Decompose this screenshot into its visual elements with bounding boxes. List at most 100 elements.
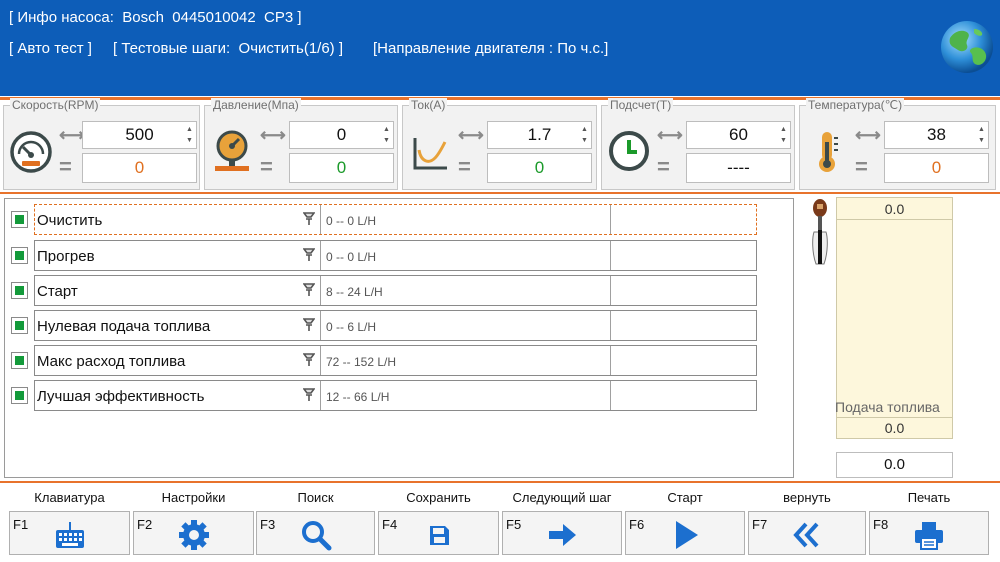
column-divider bbox=[610, 276, 611, 305]
f3-button-face[interactable]: F3 bbox=[256, 511, 375, 555]
pressure-gauge-panel: Давление(Mпa) ⟷ 0 ▲ ▼ = 0 bbox=[204, 98, 398, 190]
f2-button-face[interactable]: F2 bbox=[133, 511, 254, 555]
test-checkbox[interactable] bbox=[11, 282, 28, 299]
test-steps-list: Очистить 0 -- 0 L/H Прогрев 0 -- 0 L/H С… bbox=[4, 198, 794, 478]
nozzle-spray-icon bbox=[812, 199, 828, 265]
test-row-cell[interactable]: Нулевая подача топлива 0 -- 6 L/H bbox=[34, 310, 757, 341]
column-divider bbox=[320, 311, 321, 340]
test-row[interactable]: Старт 8 -- 24 L/H bbox=[5, 275, 765, 306]
pressure-set-spinner[interactable]: ▲ ▼ bbox=[382, 124, 391, 146]
injector-icon bbox=[303, 212, 315, 225]
double-chevron-left-icon bbox=[793, 522, 819, 548]
test-checkbox[interactable] bbox=[11, 352, 28, 369]
test-range: 8 -- 24 L/H bbox=[326, 285, 383, 299]
test-row-cell[interactable]: Лучшая эффективность 12 -- 66 L/H bbox=[34, 380, 757, 411]
f6-start-button[interactable]: Старт F6 bbox=[625, 485, 745, 562]
counter-actual-value: ---- bbox=[686, 153, 791, 183]
f7-return-button[interactable]: вернуть F7 bbox=[748, 485, 866, 562]
gear-icon bbox=[178, 520, 209, 550]
f5-label: Следующий шаг bbox=[512, 490, 612, 505]
f1-label: Клавиатура bbox=[34, 490, 105, 505]
current-set-spinner[interactable]: ▲ ▼ bbox=[580, 124, 589, 146]
test-range: 0 -- 0 L/H bbox=[326, 214, 377, 228]
test-row-cell[interactable]: Макс расход топлива 72 -- 152 L/H bbox=[34, 345, 757, 376]
counter-set-spinner[interactable]: ▲ ▼ bbox=[779, 124, 788, 146]
f3-search-button[interactable]: Поиск F3 bbox=[256, 485, 375, 562]
test-checkbox[interactable] bbox=[11, 387, 28, 404]
f1-keyboard-button[interactable]: Клавиатура F1 bbox=[9, 485, 130, 562]
injector-icon bbox=[303, 283, 315, 296]
f4-save-button[interactable]: Сохранить F4 bbox=[378, 485, 499, 562]
current-set-input[interactable]: 1.7 ▲ ▼ bbox=[487, 121, 592, 149]
f7-key: F7 bbox=[752, 517, 768, 532]
f8-print-button[interactable]: Печать F8 bbox=[869, 485, 989, 562]
speed-set-value: 500 bbox=[125, 125, 154, 144]
engine-direction-label: [Направление двигателя : По ч.с.] bbox=[373, 40, 609, 57]
f8-button-face[interactable]: F8 bbox=[869, 511, 989, 555]
counter-set-value: 60 bbox=[729, 125, 748, 144]
test-bench-window: [ Инфо насоса: Bosch 0445010042 CP3 ] [ … bbox=[0, 0, 1000, 562]
test-range: 12 -- 66 L/H bbox=[326, 390, 390, 404]
f4-button-face[interactable]: F4 bbox=[378, 511, 499, 555]
test-row[interactable]: Очистить 0 -- 0 L/H bbox=[5, 204, 765, 235]
save-icon bbox=[429, 526, 449, 545]
injector-icon bbox=[303, 353, 315, 366]
test-name: Старт bbox=[37, 283, 78, 300]
f1-key: F1 bbox=[13, 517, 29, 532]
current-actual-value: 0 bbox=[487, 153, 592, 183]
f7-label: вернуть bbox=[783, 490, 831, 505]
flow-value-display: 0.0 bbox=[836, 452, 953, 478]
test-checkbox[interactable] bbox=[11, 317, 28, 334]
equals-icon: = bbox=[260, 154, 273, 179]
speed-gauge-panel: Скорость(RPM) ⟷ 500 ▲ ▼ = 0 bbox=[3, 98, 200, 190]
test-checkbox[interactable] bbox=[11, 247, 28, 264]
play-icon bbox=[676, 521, 698, 549]
set-arrow-icon: ⟷ bbox=[458, 125, 484, 145]
f3-label: Поиск bbox=[297, 490, 334, 505]
temperature-gauge-panel: Температура(℃) ⟷ 38 ▲ ▼ = 0 bbox=[799, 98, 996, 190]
f2-key: F2 bbox=[137, 517, 153, 532]
keyboard-icon bbox=[55, 522, 84, 548]
test-checkbox[interactable] bbox=[11, 211, 28, 228]
f6-button-face[interactable]: F6 bbox=[625, 511, 745, 555]
column-divider bbox=[610, 381, 611, 410]
flow-label: Подача топлива bbox=[835, 399, 940, 415]
equals-icon: = bbox=[458, 154, 471, 179]
search-icon bbox=[301, 521, 331, 551]
test-row[interactable]: Нулевая подача топлива 0 -- 6 L/H bbox=[5, 310, 765, 341]
test-range: 0 -- 0 L/H bbox=[326, 250, 377, 264]
test-row-cell[interactable]: Прогрев 0 -- 0 L/H bbox=[34, 240, 757, 271]
f5-button-face[interactable]: F5 bbox=[502, 511, 622, 555]
current-gauge-panel: Ток(A) ⟷ 1.7 ▲ ▼ = 0 bbox=[402, 98, 597, 190]
f6-key: F6 bbox=[629, 517, 645, 532]
speed-set-spinner[interactable]: ▲ ▼ bbox=[185, 124, 194, 146]
speed-gauge-title: Скорость(RPM) bbox=[10, 98, 101, 112]
f1-button-face[interactable]: F1 bbox=[9, 511, 130, 555]
speed-set-input[interactable]: 500 ▲ ▼ bbox=[82, 121, 197, 149]
f5-key: F5 bbox=[506, 517, 522, 532]
pressure-set-input[interactable]: 0 ▲ ▼ bbox=[289, 121, 394, 149]
f5-next-step-button[interactable]: Следующий шаг F5 bbox=[502, 485, 622, 562]
temperature-actual-value: 0 bbox=[884, 153, 989, 183]
test-row[interactable]: Лучшая эффективность 12 -- 66 L/H bbox=[5, 380, 765, 411]
test-row[interactable]: Макс расход топлива 72 -- 152 L/H bbox=[5, 345, 765, 376]
printer-icon bbox=[915, 522, 943, 550]
fuel-flow-bar: 0.0 Подача топлива 0.0 bbox=[835, 197, 953, 439]
pump-info: [ Инфо насоса: Bosch 0445010042 CP3 ] bbox=[9, 9, 302, 26]
temperature-set-input[interactable]: 38 ▲ ▼ bbox=[884, 121, 989, 149]
test-row[interactable]: Прогрев 0 -- 0 L/H bbox=[5, 240, 765, 271]
test-row-cell[interactable]: Старт 8 -- 24 L/H bbox=[34, 275, 757, 306]
gauge-divider bbox=[0, 192, 1000, 194]
test-row-cell[interactable]: Очистить 0 -- 0 L/H bbox=[34, 204, 757, 235]
set-arrow-icon: ⟷ bbox=[657, 125, 683, 145]
counter-set-input[interactable]: 60 ▲ ▼ bbox=[686, 121, 791, 149]
column-divider bbox=[610, 205, 611, 234]
f2-settings-button[interactable]: Настройки F2 bbox=[133, 485, 254, 562]
pressure-gauge-title: Давление(Mпa) bbox=[211, 98, 301, 112]
pressure-gauge-icon bbox=[215, 130, 249, 171]
f8-label: Печать bbox=[907, 490, 951, 505]
equals-icon: = bbox=[855, 154, 868, 179]
f7-button-face[interactable]: F7 bbox=[748, 511, 866, 555]
column-divider bbox=[320, 346, 321, 375]
temperature-set-spinner[interactable]: ▲ ▼ bbox=[977, 124, 986, 146]
